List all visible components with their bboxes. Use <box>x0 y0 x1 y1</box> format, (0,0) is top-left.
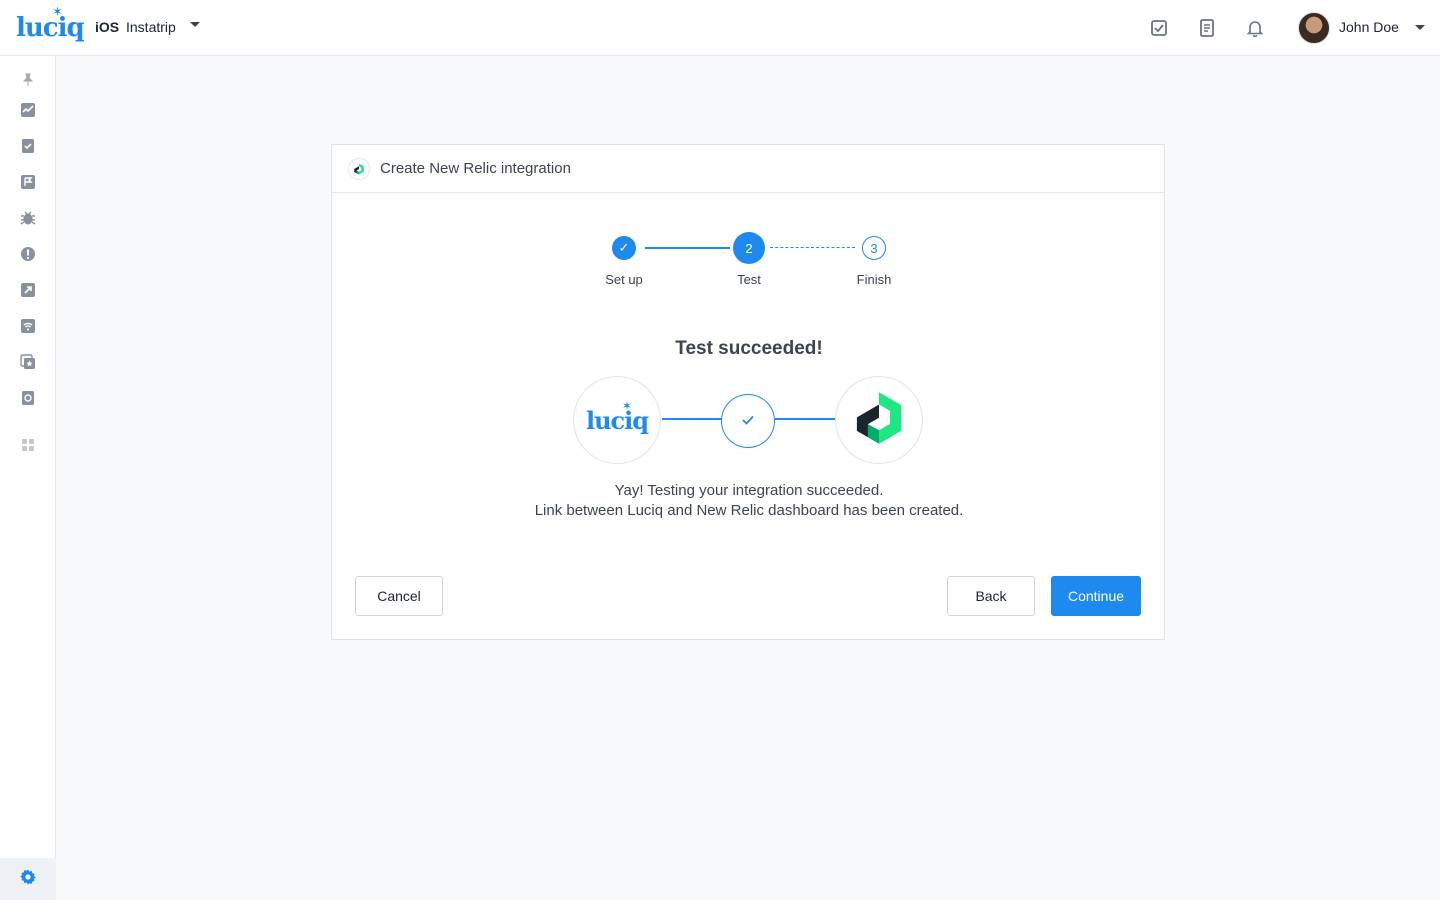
newrelic-small-icon <box>348 157 370 180</box>
app-selector[interactable]: Instatrip <box>126 19 176 35</box>
card-title: Create New Relic integration <box>380 160 571 177</box>
luciq-logo-text: luciq <box>585 405 649 435</box>
checklist-icon[interactable] <box>1149 18 1169 38</box>
step-connector-1 <box>645 247 730 249</box>
top-bar: luciq ✶ iOS Instatrip John Doe <box>0 0 1440 56</box>
reports-icon[interactable] <box>18 136 38 156</box>
document-icon[interactable] <box>1197 18 1217 38</box>
card-header: Create New Relic integration <box>332 145 1164 193</box>
logo-text: luciq <box>16 13 85 43</box>
step-3-label: Finish <box>856 272 892 287</box>
step-1-check-icon: ✓ <box>618 240 630 255</box>
bug-icon[interactable] <box>18 208 38 228</box>
step-2-marker: 2 <box>733 232 765 264</box>
luciq-logo[interactable]: luciq ✶ <box>16 4 85 44</box>
cancel-button[interactable]: Cancel <box>355 576 443 616</box>
connector-right <box>775 418 835 420</box>
settings-button[interactable] <box>0 858 56 900</box>
apps-grid-icon[interactable] <box>18 435 38 455</box>
step-2-label: Test <box>737 272 761 287</box>
newrelic-logo-icon <box>854 391 904 450</box>
step-1-label: Set up <box>605 272 643 287</box>
feedback-icon[interactable] <box>18 172 38 192</box>
gear-icon <box>19 868 37 891</box>
crash-icon[interactable] <box>18 244 38 264</box>
back-button[interactable]: Back <box>947 576 1035 616</box>
success-message-line-1: Yay! Testing your integration succeeded. <box>614 482 884 499</box>
sessions-icon[interactable] <box>18 388 38 408</box>
user-menu-caret-icon[interactable] <box>1415 25 1425 30</box>
dashboard-icon[interactable] <box>18 100 38 120</box>
continue-button[interactable]: Continue <box>1051 576 1141 616</box>
ratings-icon[interactable] <box>18 352 38 372</box>
step-connector-2 <box>770 247 855 248</box>
pin-icon[interactable] <box>18 70 38 90</box>
check-icon <box>742 412 754 430</box>
luciq-star-icon: ✶ <box>622 399 633 413</box>
sidebar <box>0 56 56 900</box>
step-3-marker: 3 <box>862 236 886 260</box>
success-message-line-2: Link between Luciq and New Relic dashboa… <box>534 502 964 519</box>
luciq-logo-circle: luciq ✶ <box>573 376 661 464</box>
app-dropdown-caret-icon[interactable] <box>190 22 200 27</box>
success-title: Test succeeded! <box>675 338 823 359</box>
newrelic-logo-circle <box>835 376 923 464</box>
integration-card: Create New Relic integration ✓ 2 3 Set u… <box>331 144 1165 640</box>
success-check-circle <box>721 394 775 448</box>
release-icon[interactable] <box>18 280 38 300</box>
avatar[interactable] <box>1298 12 1330 44</box>
user-name[interactable]: John Doe <box>1339 19 1399 35</box>
bell-icon[interactable] <box>1245 18 1265 38</box>
step-1-marker: ✓ <box>612 236 636 260</box>
platform-label[interactable]: iOS <box>95 19 119 35</box>
network-icon[interactable] <box>18 316 38 336</box>
logo-star-icon: ✶ <box>52 4 63 19</box>
connector-left <box>662 418 722 420</box>
